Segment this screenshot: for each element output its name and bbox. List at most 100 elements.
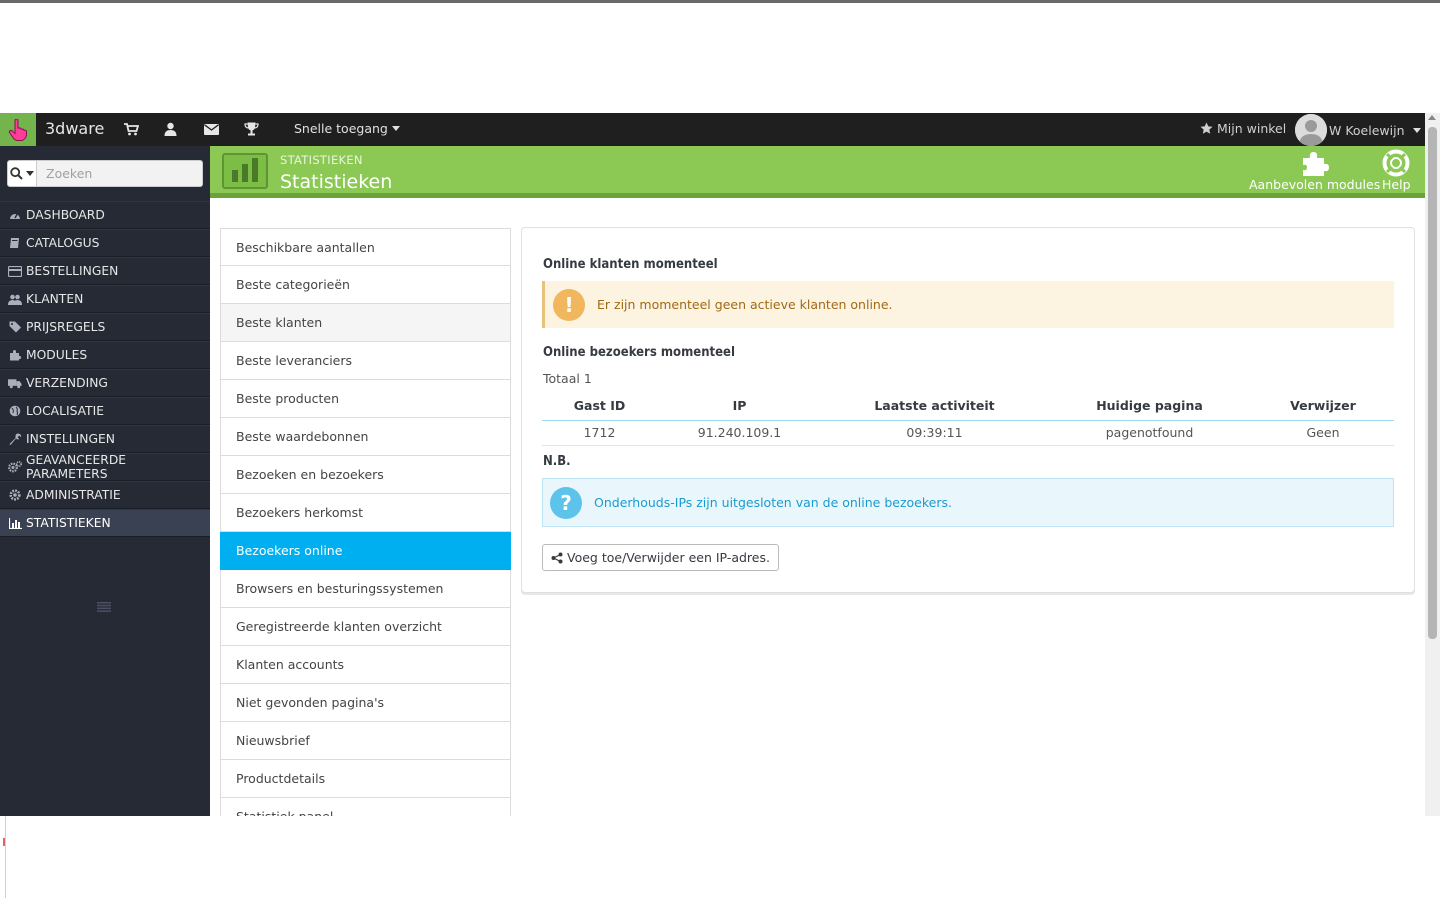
search-input[interactable]	[37, 160, 203, 187]
dashboard-icon	[8, 208, 22, 222]
sidebar-item-settings[interactable]: INSTELLINGEN	[0, 425, 210, 453]
help-button[interactable]: Help	[1382, 149, 1411, 192]
sidebar-item-orders[interactable]: BESTELLINGEN	[0, 257, 210, 285]
stats-list-item[interactable]: Bezoeken en bezoekers	[220, 456, 511, 494]
stats-list-item[interactable]: Bezoekers herkomst	[220, 494, 511, 532]
sidebar-item-label: VERZENDING	[26, 376, 108, 390]
question-icon: ?	[550, 486, 582, 519]
info-text: Onderhouds-IPs zijn uitgesloten van de o…	[594, 495, 952, 510]
sidebar-item-label: CATALOGUS	[26, 236, 100, 250]
column-header: Huidige pagina	[1047, 391, 1252, 421]
recommended-modules-button[interactable]: Aanbevolen modules	[1249, 149, 1380, 192]
page-scrollbar[interactable]	[1425, 113, 1440, 816]
sidebar-item-label: PRIJSREGELS	[26, 320, 106, 334]
stats-list-item[interactable]: Statistiek panel	[220, 798, 511, 816]
stats-list-item[interactable]: Niet gevonden pagina's	[220, 684, 511, 722]
stats-list-item[interactable]: Beste klanten	[220, 304, 511, 342]
trophy-icon[interactable]	[243, 121, 259, 137]
scroll-up-arrow-icon[interactable]	[1428, 115, 1436, 120]
online-visitors-panel: Online klanten momenteel ! Er zijn momen…	[521, 227, 1415, 593]
caret-down-icon	[26, 171, 34, 176]
main-nav: DASHBOARD CATALOGUS BESTELLINGEN KLANTEN…	[0, 201, 210, 537]
sidebar-item-price-rules[interactable]: PRIJSREGELS	[0, 313, 210, 341]
search-icon	[10, 167, 23, 180]
table-cell: 91.240.109.1	[657, 420, 822, 446]
column-header: Gast ID	[542, 391, 657, 421]
stats-list-item[interactable]: Beste categorieën	[220, 266, 511, 304]
sidebar-item-label: LOCALISATIE	[26, 404, 104, 418]
frame-edge-mark	[3, 838, 5, 846]
shop-name-link[interactable]: 3dware	[45, 119, 104, 138]
stats-list-item[interactable]: Nieuwsbrief	[220, 722, 511, 760]
book-icon	[8, 236, 22, 250]
my-shop-label: Mijn winkel	[1217, 121, 1287, 136]
quick-access-dropdown[interactable]: Snelle toegang	[294, 121, 400, 136]
sidebar-item-modules[interactable]: MODULES	[0, 341, 210, 369]
add-remove-ip-button[interactable]: Voeg toe/Verwijder een IP-adres.	[542, 544, 779, 571]
table-cell: 1712	[542, 420, 657, 446]
cart-icon[interactable]	[123, 121, 139, 137]
stats-list-item[interactable]: Beste producten	[220, 380, 511, 418]
stats-list-item[interactable]: Geregistreerde klanten overzicht	[220, 608, 511, 646]
logo-button[interactable]	[0, 113, 36, 146]
sidebar-item-label: ADMINISTRATIE	[26, 488, 121, 502]
scroll-thumb[interactable]	[1428, 127, 1437, 639]
stats-list-item[interactable]: Productdetails	[220, 760, 511, 798]
bar-chart-icon	[8, 516, 22, 530]
stats-list-item[interactable]: Beschikbare aantallen	[220, 228, 511, 266]
hand-pointer-icon	[8, 118, 27, 141]
my-shop-link[interactable]: Mijn winkel	[1200, 121, 1286, 136]
info-alert: ? Onderhouds-IPs zijn uitgesloten van de…	[542, 478, 1394, 527]
sidebar-item-advanced-parameters[interactable]: GEAVANCEERDE PARAMETERS	[0, 453, 210, 481]
stats-list-item[interactable]: Browsers en besturingssystemen	[220, 570, 511, 608]
stats-list-item-active[interactable]: Bezoekers online	[220, 532, 511, 570]
user-name: W Koelewijn	[1329, 122, 1405, 138]
user-menu-dropdown[interactable]: W Koelewijn	[1295, 114, 1421, 146]
sidebar-item-customers[interactable]: KLANTEN	[0, 285, 210, 313]
stats-module-list: Beschikbare aantallen Beste categorieën …	[220, 228, 511, 816]
puzzle-icon	[1302, 152, 1329, 176]
sidebar-item-label: BESTELLINGEN	[26, 264, 119, 278]
sidebar-item-statistics[interactable]: STATISTIEKEN	[0, 509, 210, 537]
cog-icon	[8, 488, 22, 502]
top-header: 3dware Snelle toegang Mijn winkel W Koel…	[0, 113, 1440, 146]
stats-list-item[interactable]: Beste leveranciers	[220, 342, 511, 380]
sidebar-search	[7, 160, 203, 187]
credit-card-icon	[8, 264, 22, 278]
sidebar: DASHBOARD CATALOGUS BESTELLINGEN KLANTEN…	[0, 146, 210, 816]
sidebar-item-dashboard[interactable]: DASHBOARD	[0, 201, 210, 229]
page-head: STATISTIEKEN Statistieken Aanbevolen mod…	[210, 146, 1425, 198]
sidebar-item-administration[interactable]: ADMINISTRATIE	[0, 481, 210, 509]
column-header: Laatste activiteit	[822, 391, 1047, 421]
breadcrumb[interactable]: STATISTIEKEN	[280, 153, 363, 167]
users-icon	[8, 292, 22, 306]
sidebar-item-shipping[interactable]: VERZENDING	[0, 369, 210, 397]
table-cell: pagenotfound	[1047, 420, 1252, 446]
empty-frame-bottom	[5, 816, 1440, 898]
lifebuoy-icon	[1382, 149, 1410, 177]
column-header: IP	[657, 391, 822, 421]
warning-alert: ! Er zijn momenteel geen actieve klanten…	[542, 281, 1394, 328]
puzzle-icon	[8, 348, 22, 362]
column-header: Verwijzer	[1252, 391, 1394, 421]
window-top-border	[0, 0, 1440, 3]
sidebar-item-label: KLANTEN	[26, 292, 84, 306]
sidebar-item-label: INSTELLINGEN	[26, 432, 115, 446]
visitors-table: Gast ID IP Laatste activiteit Huidige pa…	[542, 391, 1394, 446]
menu-collapse-icon[interactable]	[97, 597, 111, 616]
visitors-section-title: Online bezoekers momenteel	[543, 345, 735, 360]
sidebar-item-catalog[interactable]: CATALOGUS	[0, 229, 210, 257]
user-icon[interactable]	[162, 121, 178, 137]
sidebar-item-label: STATISTIEKEN	[26, 516, 111, 530]
exclamation-icon: !	[553, 288, 585, 321]
ip-button-label: Voeg toe/Verwijder een IP-adres.	[567, 550, 770, 565]
warning-text: Er zijn momenteel geen actieve klanten o…	[597, 297, 893, 312]
avatar	[1295, 114, 1327, 146]
search-type-button[interactable]	[7, 160, 37, 187]
sidebar-item-localization[interactable]: LOCALISATIE	[0, 397, 210, 425]
stats-list-item[interactable]: Klanten accounts	[220, 646, 511, 684]
stats-list-item[interactable]: Beste waardebonnen	[220, 418, 511, 456]
envelope-icon[interactable]	[203, 121, 219, 137]
sidebar-item-label: DASHBOARD	[26, 208, 105, 222]
visitors-total: Totaal 1	[543, 371, 592, 386]
